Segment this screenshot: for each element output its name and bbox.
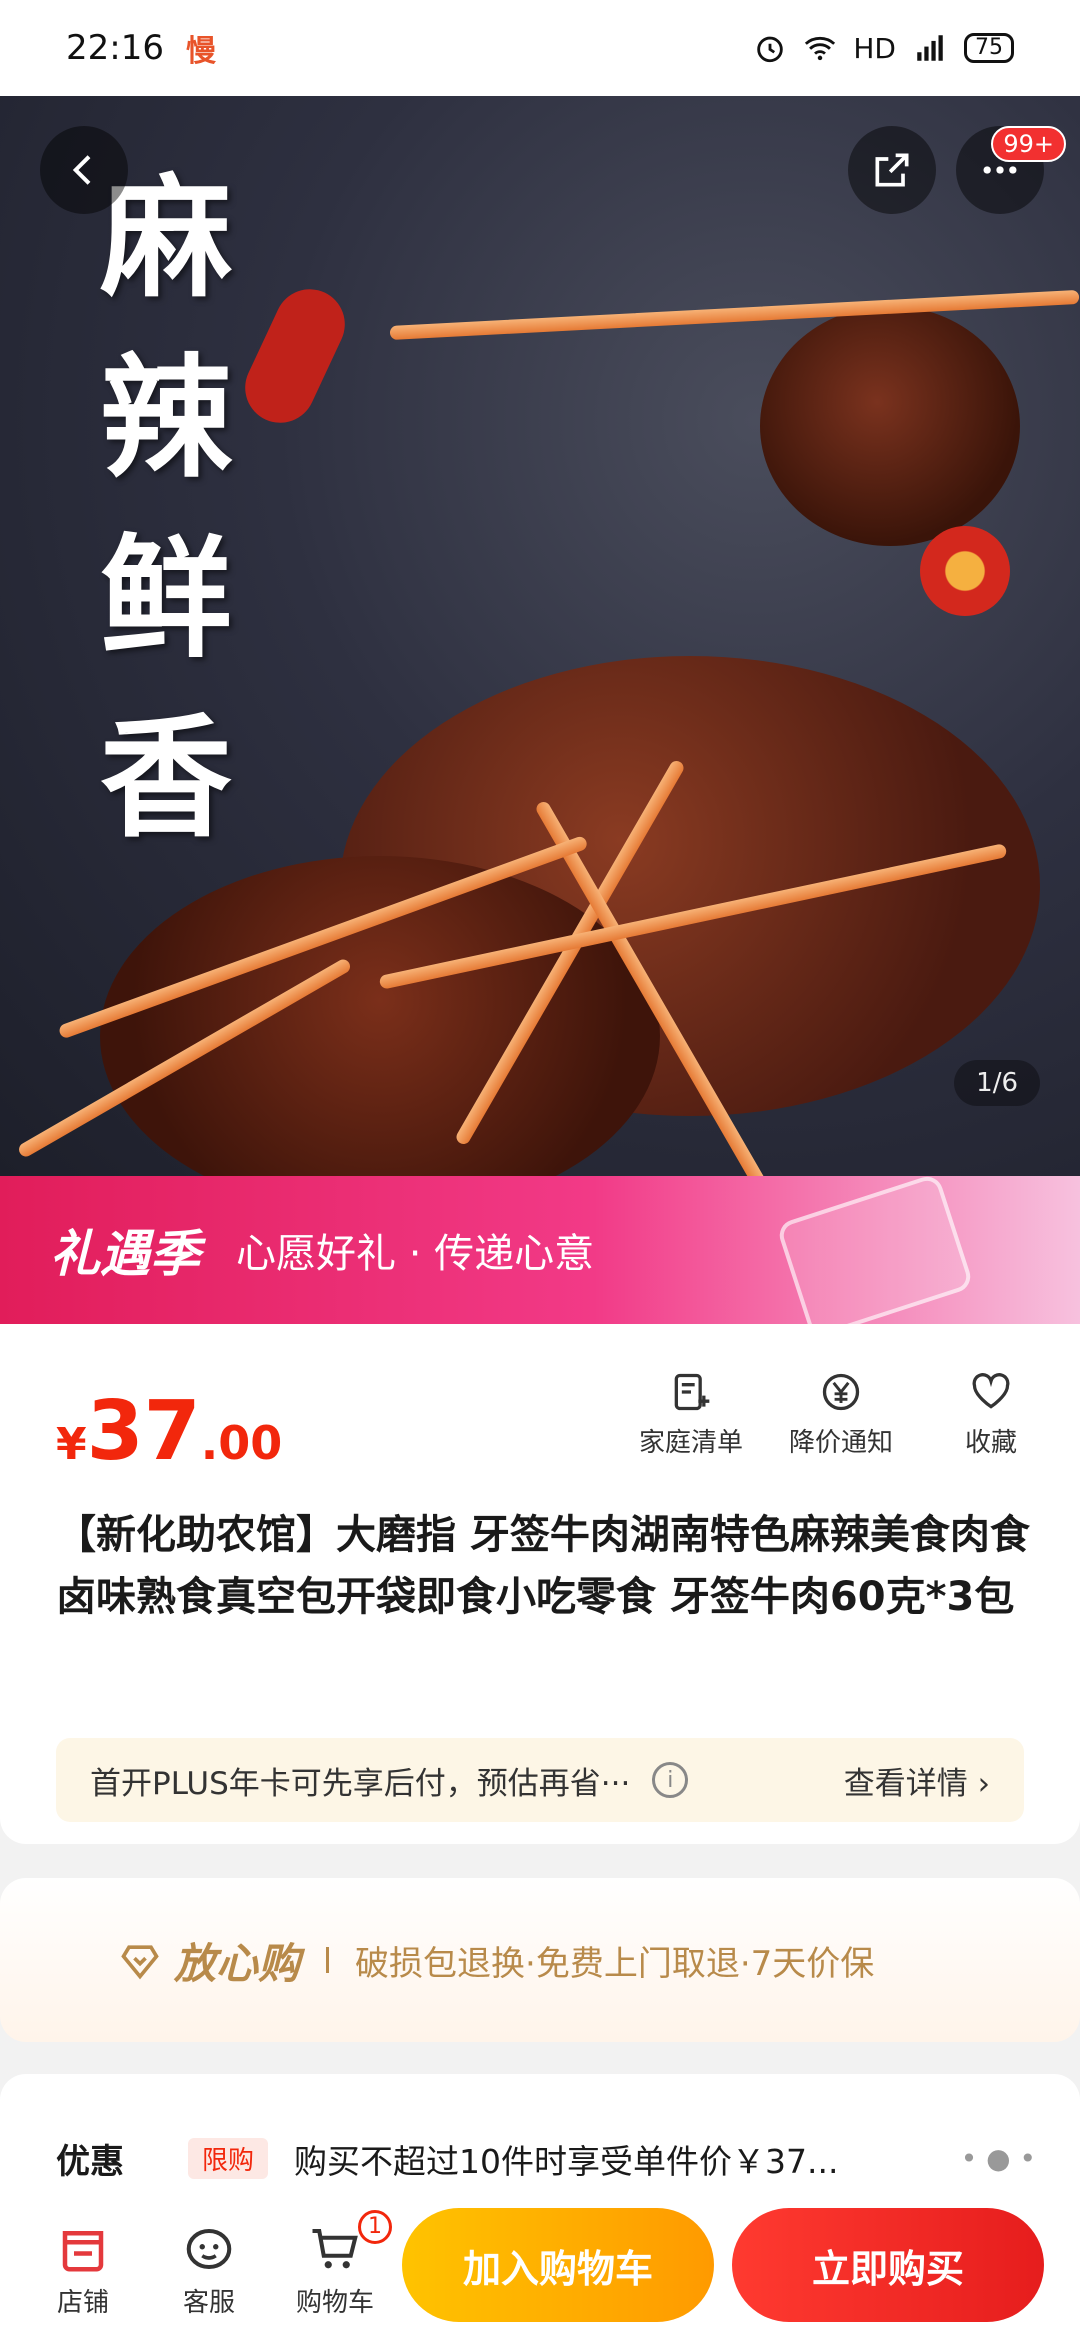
- store-button[interactable]: 店铺: [20, 2222, 146, 2319]
- cart-button[interactable]: 购物车 1: [272, 2209, 398, 2319]
- hero-title-char: 辣: [100, 341, 232, 496]
- meat-illustration: [760, 306, 1020, 546]
- wifi-icon: [805, 36, 836, 61]
- list-add-icon: [674, 1373, 710, 1411]
- back-button[interactable]: [40, 126, 128, 214]
- plus-promo-bar[interactable]: 首开PLUS年卡可先享后付，预估再省··· i 查看详情 ›: [56, 1738, 1024, 1822]
- cart-icon: [312, 2228, 358, 2268]
- share-button[interactable]: [848, 126, 936, 214]
- battery-icon: 75: [964, 33, 1014, 63]
- status-bar: 22:16 慢 HD 75: [0, 0, 1080, 96]
- action-label: 降价通知: [788, 1428, 893, 1458]
- hero-title: 麻 辣 鲜 香: [100, 156, 250, 862]
- info-icon[interactable]: i: [652, 1762, 689, 1798]
- status-icons: HD 75: [753, 31, 1014, 65]
- product-image-carousel[interactable]: 麻 辣 鲜 香 99+ 1/6: [0, 96, 1080, 1176]
- status-time: 22:16: [66, 28, 164, 68]
- promo-text: 心愿好礼 · 传递心意: [236, 1231, 595, 1277]
- product-actions: 家庭清单 降价通知 收藏: [636, 1370, 1046, 1459]
- add-to-cart-button[interactable]: 加入购物车: [402, 2208, 714, 2322]
- limit-tag: 限购: [188, 2138, 269, 2179]
- product-title: 【新化助农馆】大磨指 牙签牛肉湖南特色麻辣美食肉食卤味熟食真空包开袋即食小吃零食…: [56, 1512, 1030, 1620]
- cart-count-badge: 1: [358, 2209, 392, 2244]
- page-indicator: 1/6: [954, 1060, 1040, 1106]
- price-integer: 37: [86, 1384, 201, 1479]
- hero-title-char: 香: [100, 701, 232, 856]
- service-label: 客服: [182, 2287, 235, 2318]
- offer-row[interactable]: 优惠 限购 购买不超过10件时享受单件价￥37... • ● •: [56, 2134, 1036, 2183]
- price: ¥37.00: [56, 1384, 282, 1479]
- divider: [326, 1947, 330, 1973]
- alarm-icon: [757, 36, 784, 63]
- cart-label: 购物车: [295, 2287, 374, 2318]
- gift-bag-illustration: [775, 1176, 975, 1324]
- store-icon: [62, 2230, 104, 2271]
- store-label: 店铺: [56, 2287, 109, 2318]
- price-decimal: .00: [200, 1416, 283, 1470]
- share-icon: [875, 153, 909, 187]
- chevron-left-icon: [72, 155, 91, 185]
- price-alert-button[interactable]: 降价通知: [786, 1370, 896, 1459]
- diamond-heart-icon: [121, 1945, 159, 1980]
- buy-now-button[interactable]: 立即购买: [732, 2208, 1044, 2322]
- chat-face-icon: [186, 2228, 232, 2269]
- customer-service-button[interactable]: 客服: [146, 2222, 272, 2319]
- price-alert-icon: [822, 1373, 860, 1411]
- toothpick: [389, 289, 1080, 340]
- message-badge: 99+: [991, 126, 1066, 162]
- offer-label: 优惠: [56, 2142, 124, 2182]
- promo-logo: 礼遇季: [50, 1224, 200, 1283]
- signal-icon: [917, 35, 943, 61]
- chili-illustration: [233, 277, 357, 435]
- network-label: HD: [853, 31, 896, 65]
- view-details-link[interactable]: 查看详情 ›: [844, 1758, 990, 1803]
- offer-text: 购买不超过10件时享受单件价￥37...: [294, 2141, 839, 2181]
- offer-pager-dots: • ● •: [960, 2142, 1036, 2175]
- favorite-button[interactable]: 收藏: [936, 1370, 1046, 1459]
- assurance-text: 破损包退换·免费上门取退·7天价保: [355, 1943, 875, 1984]
- assurance-title: 放心购: [174, 1938, 301, 1988]
- action-label: 家庭清单: [638, 1428, 743, 1458]
- product-info-card: ¥37.00 家庭清单 降价通知 收藏 【新化助农馆】大磨指 牙签牛肉湖南特色麻…: [0, 1324, 1080, 1844]
- family-list-button[interactable]: 家庭清单: [636, 1370, 746, 1459]
- action-label: 收藏: [964, 1428, 1017, 1458]
- plus-promo-text: 首开PLUS年卡可先享后付，预估再省···: [90, 1765, 631, 1802]
- promo-banner[interactable]: 礼遇季 心愿好礼 · 传递心意: [0, 1176, 1080, 1324]
- assurance-bar[interactable]: 放心购 破损包退换·免费上门取退·7天价保: [0, 1878, 1080, 2042]
- price-currency: ¥: [56, 1419, 87, 1470]
- chili-slice-illustration: [920, 526, 1010, 616]
- hero-title-char: 鲜: [100, 521, 232, 676]
- heart-icon: [972, 1373, 1010, 1409]
- app-indicator: 慢: [185, 34, 216, 69]
